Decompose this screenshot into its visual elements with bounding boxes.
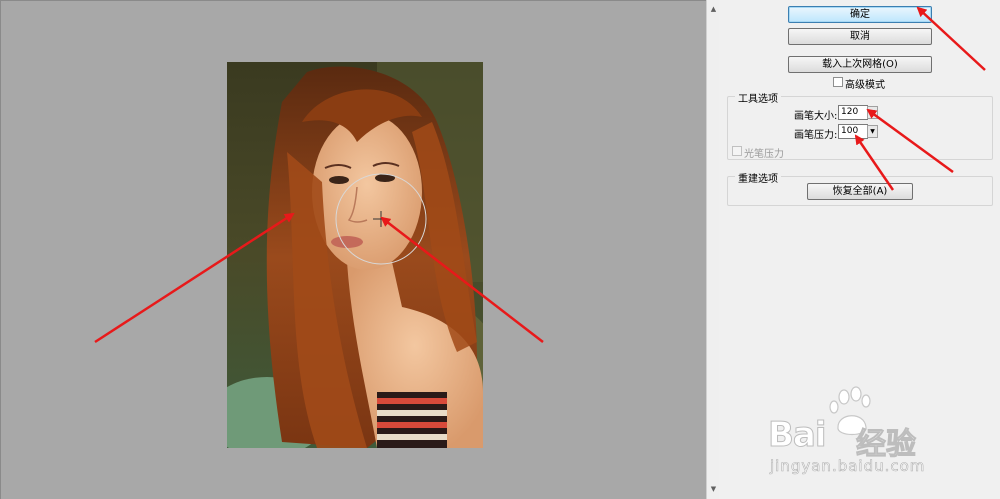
brush-size-label: 画笔大小: [794,111,838,122]
preview-canvas[interactable] [0,0,706,499]
stylus-pressure-label: 光笔压力 [744,149,784,160]
load-last-mesh-button[interactable]: 载入上次网格(O) [788,56,932,73]
scroll-up-icon[interactable]: ▲ [707,3,720,16]
brush-pressure-dropdown-icon[interactable]: ▼ [867,125,878,138]
ok-button[interactable]: 确定 [788,6,932,23]
portrait-image [227,62,483,448]
portrait-photo[interactable] [227,62,483,448]
advanced-mode-label: 高级模式 [845,80,885,91]
control-panel: 确定 取消 载入上次网格(O) 高级模式 工具选项 画笔大小: 120 ▼ 画笔… [720,0,1000,499]
cancel-button[interactable]: 取消 [788,28,932,45]
brush-size-input[interactable]: 120 [838,105,868,120]
brush-pressure-label: 画笔压力: [794,130,838,141]
vertical-scrollbar[interactable]: ▲ ▼ [706,0,719,499]
brush-pressure-input[interactable]: 100 [838,124,868,139]
scroll-down-icon[interactable]: ▼ [707,483,720,496]
stylus-pressure-checkbox[interactable] [732,146,742,156]
brush-size-dropdown-icon[interactable]: ▼ [867,106,878,119]
tool-options-title: 工具选项 [735,90,781,105]
advanced-mode-checkbox[interactable] [833,77,843,87]
restore-all-button[interactable]: 恢复全部(A) [807,183,913,200]
rebuild-options-title: 重建选项 [735,170,781,185]
